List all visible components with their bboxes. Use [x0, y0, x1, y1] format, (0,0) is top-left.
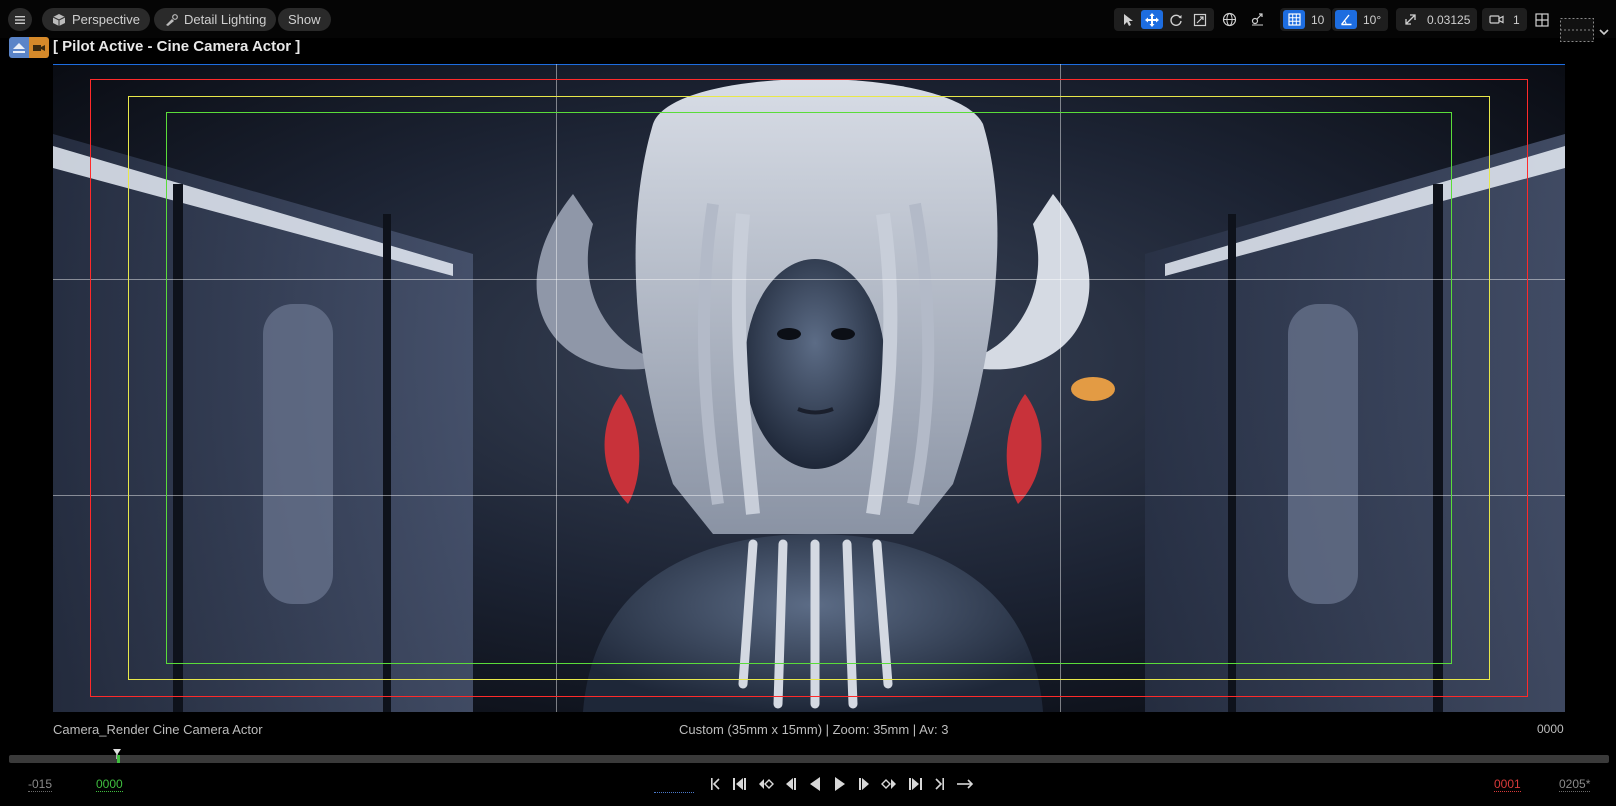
scale-snap-toggle[interactable]: [1399, 10, 1421, 29]
scale-tool-button[interactable]: [1189, 10, 1211, 29]
jump-end-icon: [935, 778, 944, 790]
next-keyframe-button[interactable]: [881, 774, 899, 794]
pilot-active-label: [ Pilot Active - Cine Camera Actor ]: [53, 38, 301, 55]
prev-keyframe-icon: [759, 779, 774, 789]
rotate-tool-button[interactable]: [1165, 10, 1187, 29]
scale-snap-group: 0.03125: [1396, 8, 1478, 31]
viewport-options-dropdown[interactable]: [1598, 24, 1610, 36]
lens-info-label: Custom (35mm x 15mm) | Zoom: 35mm | Av: …: [679, 722, 949, 737]
current-frame-readout: 0000: [1537, 722, 1564, 736]
camera-speed-group: 1: [1482, 8, 1527, 31]
eject-pilot-button[interactable]: [9, 37, 49, 58]
perspective-label: Perspective: [72, 12, 140, 27]
chevron-down-icon: [1599, 29, 1609, 36]
translate-tool-button[interactable]: [1141, 10, 1163, 29]
jump-start-icon: [711, 778, 720, 790]
next-key-icon: [909, 778, 922, 790]
grid-snap-group: 10: [1280, 8, 1332, 31]
surface-snap-button[interactable]: [1246, 10, 1268, 29]
transform-tools-group: [1114, 8, 1214, 31]
camera-speed-value[interactable]: 1: [1509, 13, 1524, 27]
grid-snap-toggle[interactable]: [1283, 10, 1305, 29]
step-back-button[interactable]: [781, 774, 799, 794]
level-viewport[interactable]: [53, 64, 1565, 712]
hamburger-menu-icon: [15, 15, 25, 24]
rotation-snap-value[interactable]: 10°: [1359, 13, 1385, 27]
grid-icon: [1287, 13, 1301, 26]
camera-actor-icon: [29, 37, 49, 58]
scale-snap-value[interactable]: 0.03125: [1423, 13, 1474, 27]
cube-icon: [52, 13, 66, 26]
next-keyframe-icon: [881, 779, 896, 789]
rotation-snap-toggle[interactable]: [1335, 10, 1357, 29]
play-forward-button[interactable]: [831, 774, 849, 794]
show-label: Show: [288, 12, 321, 27]
move-arrows-icon: [1145, 12, 1159, 27]
play-reverse-button[interactable]: [806, 774, 824, 794]
timeline-scrub-bar[interactable]: [9, 755, 1609, 763]
loop-arrow-icon: [957, 779, 974, 789]
step-back-icon: [786, 778, 796, 790]
viewport-toolbar: Perspective Detail Lighting Show 10 10° …: [0, 0, 1616, 42]
step-forward-key-button[interactable]: [906, 774, 924, 794]
view-range-start[interactable]: -015: [28, 777, 53, 792]
safe-frame-green: [166, 112, 1452, 664]
step-forward-icon: [859, 778, 869, 790]
viewport-layout-icon: [1535, 12, 1549, 27]
rotate-icon: [1170, 14, 1182, 26]
surface-snap-icon: [1251, 13, 1263, 26]
cursor-arrow-icon: [1124, 13, 1133, 26]
loop-mode-button[interactable]: [956, 774, 974, 794]
camera-icon: [1488, 15, 1504, 24]
show-button[interactable]: Show: [278, 8, 331, 31]
select-tool-button[interactable]: [1117, 10, 1139, 29]
world-space-button[interactable]: [1218, 10, 1240, 29]
playback-start-frame[interactable]: 0000: [96, 777, 123, 792]
scale-snap-icon: [1404, 14, 1416, 25]
jump-to-end-button[interactable]: [931, 774, 949, 794]
viewport-options-button[interactable]: [1560, 18, 1594, 42]
camera-speed-button[interactable]: [1485, 10, 1507, 29]
lighting-brush-icon: [166, 13, 178, 26]
grid-snap-value[interactable]: 10: [1307, 13, 1328, 27]
scale-icon: [1193, 13, 1207, 26]
layout-button[interactable]: [1531, 10, 1553, 29]
view-mode-button[interactable]: Detail Lighting: [154, 8, 277, 31]
view-mode-label: Detail Lighting: [184, 12, 267, 27]
rotation-snap-group: 10°: [1332, 8, 1389, 31]
transport-controls: [706, 774, 974, 794]
play-reverse-icon: [810, 777, 820, 791]
play-icon: [835, 777, 845, 791]
jump-to-start-button[interactable]: [706, 774, 724, 794]
prev-key-icon: [733, 778, 746, 790]
globe-icon: [1222, 12, 1236, 27]
eject-icon: [9, 37, 29, 58]
view-range-end[interactable]: 0205*: [1559, 777, 1591, 792]
perspective-button[interactable]: Perspective: [42, 8, 150, 31]
viewport-active-border: [53, 64, 1565, 65]
viewport-menu-button[interactable]: [8, 8, 32, 31]
camera-name-label: Camera_Render Cine Camera Actor: [53, 722, 263, 737]
viewport-thumbnail-icon: [1560, 18, 1594, 42]
step-forward-button[interactable]: [856, 774, 874, 794]
prev-keyframe-button[interactable]: [756, 774, 774, 794]
current-time-field[interactable]: [654, 792, 694, 793]
angle-icon: [1340, 14, 1351, 26]
playhead-green-marker: [117, 755, 120, 763]
step-back-key-button[interactable]: [731, 774, 749, 794]
playback-end-frame[interactable]: 0001: [1494, 777, 1521, 792]
